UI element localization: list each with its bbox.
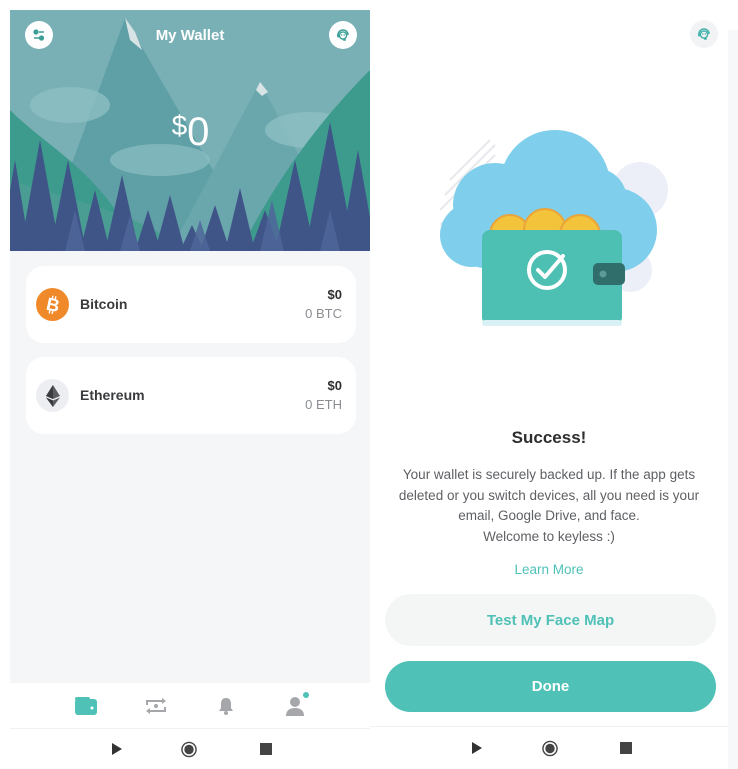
home-button[interactable]: [542, 740, 558, 756]
done-button[interactable]: Done: [385, 661, 716, 712]
back-button[interactable]: [109, 741, 125, 757]
tab-profile[interactable]: [281, 692, 311, 720]
bitcoin-icon: B: [36, 288, 69, 321]
user-icon: [286, 697, 304, 716]
test-face-map-button[interactable]: Test My Face Map: [385, 594, 716, 646]
ethereum-icon: [36, 379, 69, 412]
asset-fiat-value: $0: [327, 287, 342, 302]
page-title: My Wallet: [155, 27, 225, 44]
back-triangle-icon: [472, 742, 482, 754]
asset-card-ethereum[interactable]: Ethereum $0 0 ETH: [26, 357, 356, 434]
asset-name: Bitcoin: [80, 296, 128, 312]
asset-crypto-value: 0 BTC: [305, 306, 342, 321]
back-triangle-icon: [112, 743, 122, 755]
recents-square-icon: [620, 742, 632, 754]
wallet-header-banner: My Wallet $0: [10, 10, 370, 251]
recents-button[interactable]: [258, 741, 274, 757]
screen-edge: [728, 30, 738, 769]
notification-badge: [303, 692, 309, 698]
wallet-home-screen: My Wallet $0 B Bitcoin $0 0 BTC Ethereum…: [10, 10, 370, 769]
system-navigation-bar: [370, 726, 728, 769]
asset-crypto-value: 0 ETH: [305, 397, 342, 412]
tab-exchange[interactable]: [141, 692, 171, 720]
welcome-text: Welcome to keyless :): [483, 528, 615, 544]
learn-more-link[interactable]: Learn More: [370, 562, 728, 577]
total-balance: $0: [10, 110, 370, 155]
recents-button[interactable]: [618, 740, 634, 756]
headset-support-icon: [698, 28, 710, 40]
asset-fiat-value: $0: [327, 378, 342, 393]
success-message-text: Your wallet is securely backed up. If th…: [398, 467, 700, 523]
balance-amount: 0: [187, 110, 209, 154]
system-navigation-bar: [10, 729, 370, 769]
exchange-icon: [146, 698, 166, 714]
cloud-wallet-check-illustration: [439, 130, 668, 326]
support-button[interactable]: [690, 20, 718, 48]
backup-success-screen: Success! Your wallet is securely backed …: [370, 10, 728, 769]
success-message: Your wallet is securely backed up. If th…: [384, 465, 714, 547]
home-circle-icon: [542, 740, 558, 756]
home-circle-icon: [181, 741, 197, 757]
balance-currency: $: [171, 110, 188, 141]
back-button[interactable]: [469, 740, 485, 756]
success-title: Success!: [511, 428, 587, 447]
wallet-icon: [75, 697, 97, 715]
bell-icon: [219, 698, 233, 715]
asset-card-bitcoin[interactable]: B Bitcoin $0 0 BTC: [26, 266, 356, 343]
home-button[interactable]: [181, 741, 197, 757]
headset-support-icon: [337, 29, 349, 41]
support-button[interactable]: [329, 21, 357, 49]
recents-square-icon: [260, 743, 272, 755]
tab-notifications[interactable]: [211, 692, 241, 720]
bottom-tab-bar: [10, 683, 370, 729]
asset-name: Ethereum: [80, 387, 145, 403]
tab-wallet[interactable]: [71, 692, 101, 720]
